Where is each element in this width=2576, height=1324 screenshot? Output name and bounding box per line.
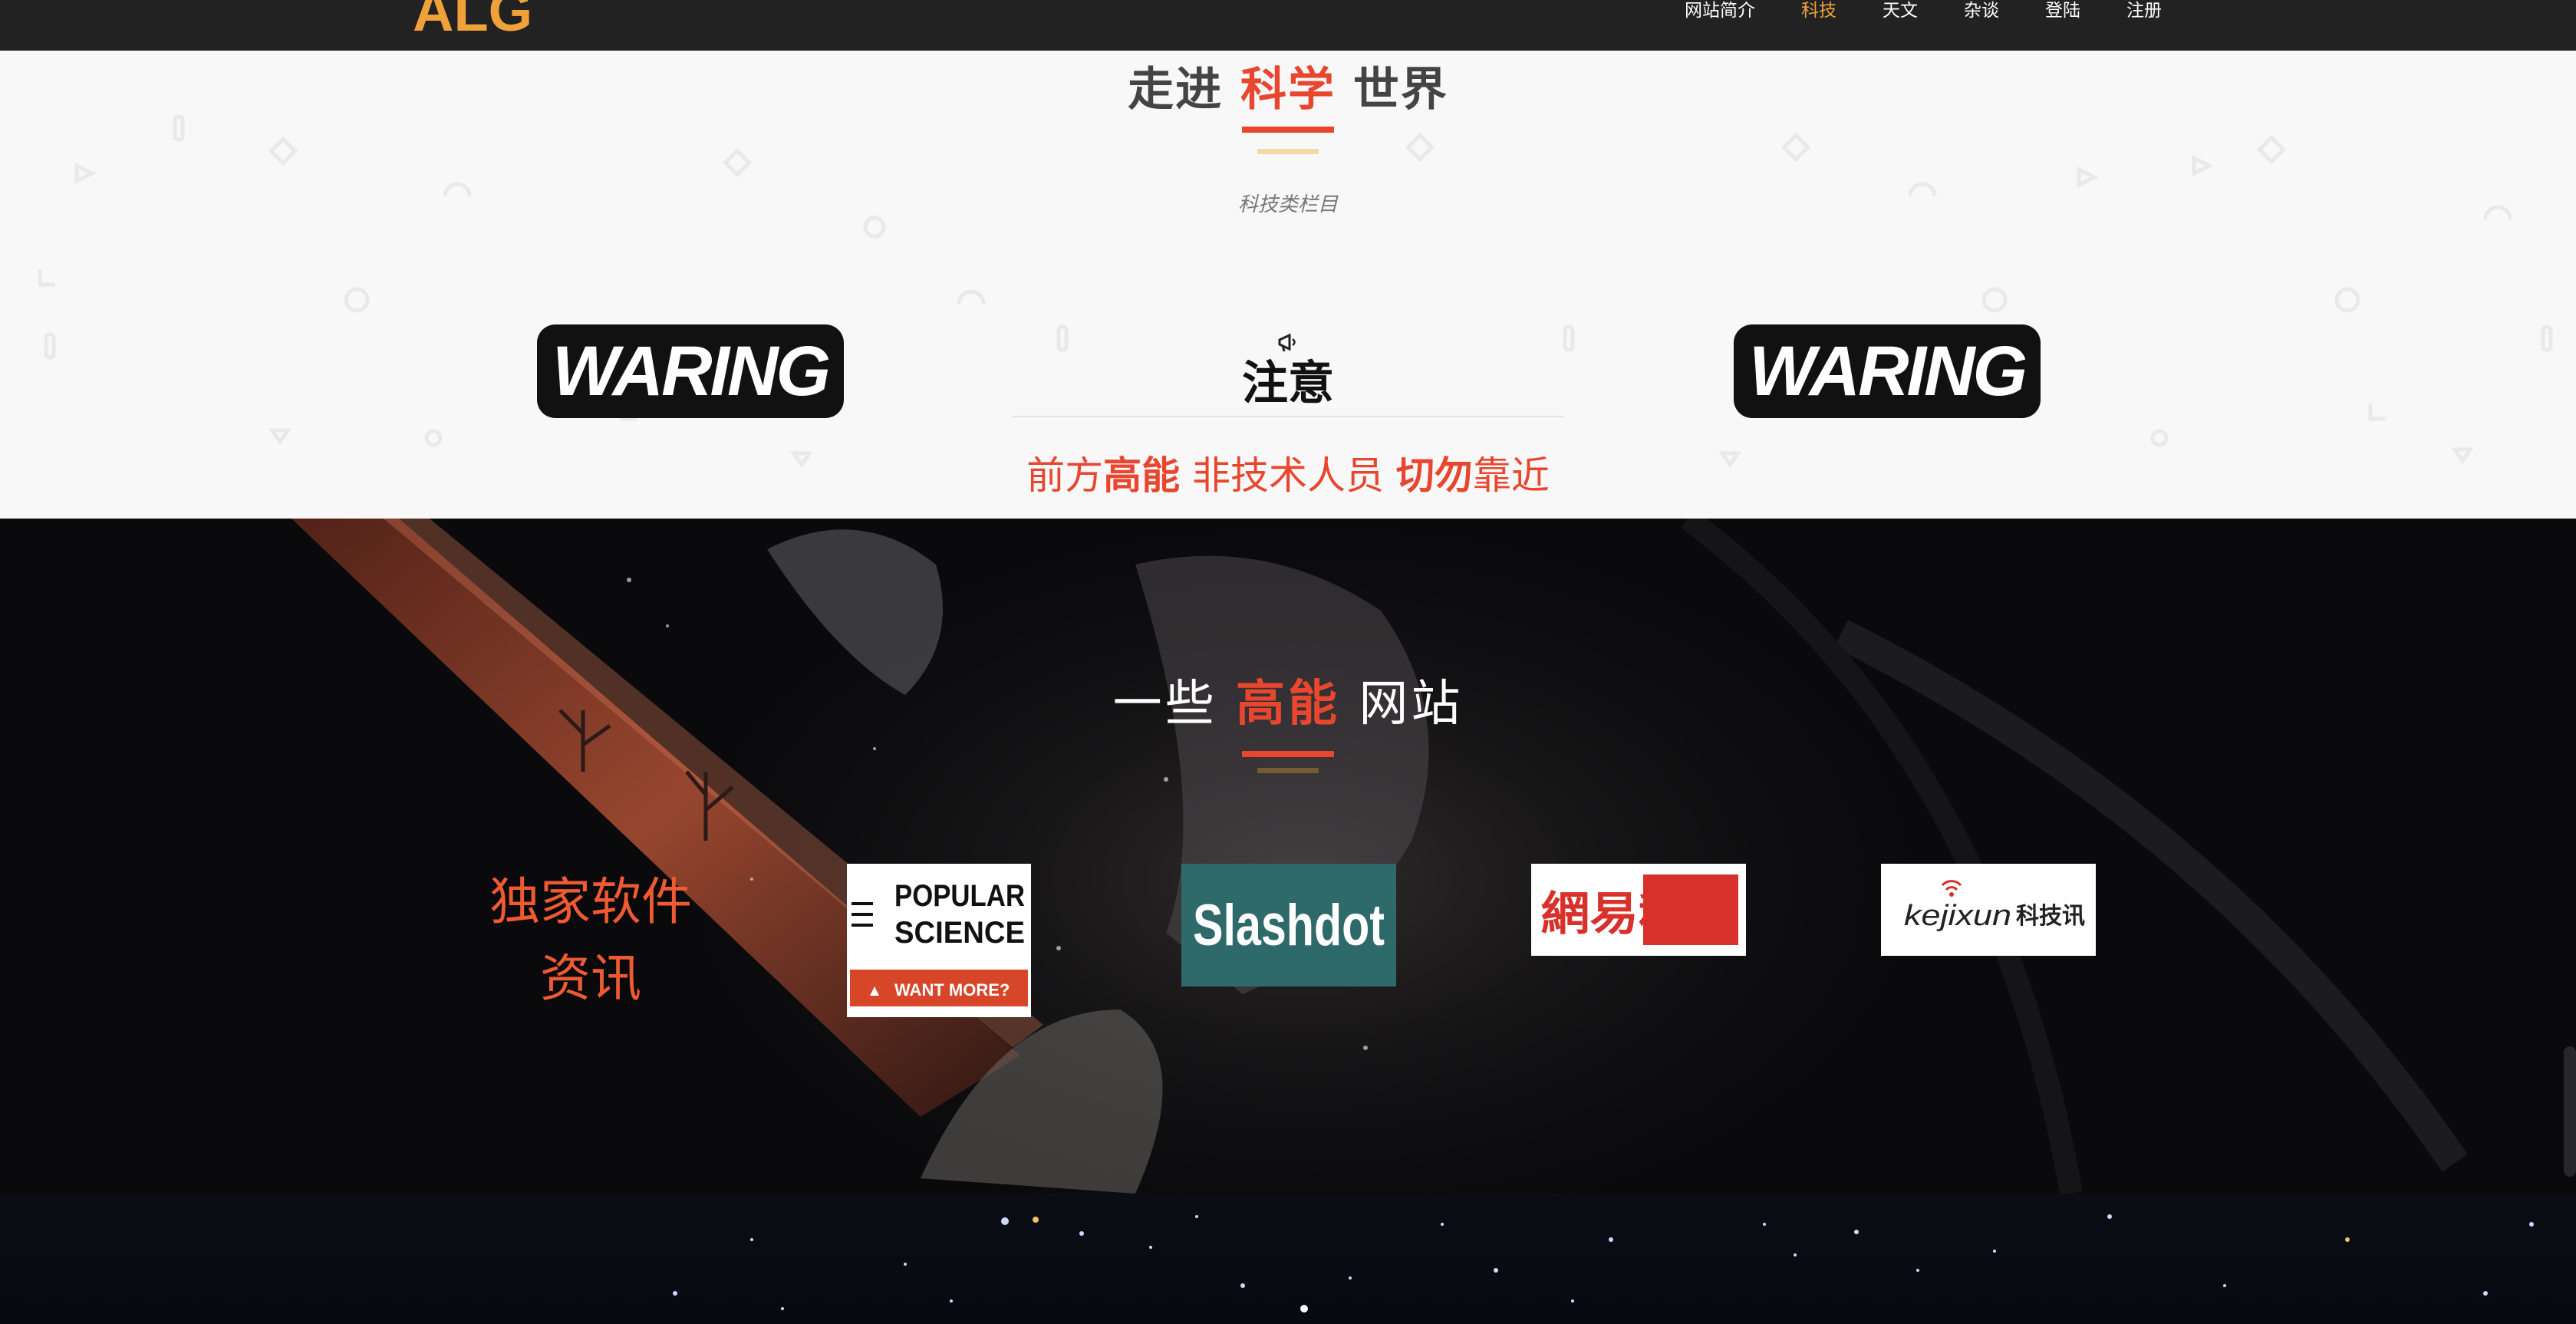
popular-science-logo: POPULAR SCIENCE WANT MORE? (850, 879, 1028, 1006)
kejixun-logo: kejixun 科技讯 (1904, 880, 2085, 932)
nav-item-intro[interactable]: 网站简介 (1685, 0, 1755, 23)
starfield-background (673, 1214, 2534, 1312)
software-news-label: 独家软件 资讯 (460, 864, 721, 1017)
sites-title-underline-red (1242, 751, 1334, 757)
background-artwork (292, 519, 2468, 1194)
software-news-label-line1: 独家软件 (489, 872, 692, 931)
kejixun-cn: 科技讯 (2016, 903, 2085, 930)
nav-menu: 网站简介 科技 天文 杂谈 登陆 注册 (1639, 0, 2162, 23)
popular-science-logo-link[interactable]: POPULAR SCIENCE WANT MORE? (847, 864, 1031, 1017)
sites-title-underline-gold (1257, 768, 1319, 773)
popsci-line2: SCIENCE (894, 916, 1025, 950)
sites-title-post: 网站 (1359, 676, 1464, 733)
netease-text: 網易科技 (1541, 888, 1737, 941)
science-section-title: 走进 科学 世界 (0, 52, 2576, 119)
notice-part-bold: 切勿 (1395, 453, 1473, 498)
top-navbar: ALG 网站简介 科技 天文 杂谈 登陆 注册 (0, 0, 2576, 51)
notice-divider (1013, 416, 1563, 417)
kejixun-latin: kejixun (1904, 900, 2011, 932)
nav-item-register[interactable]: 注册 (2126, 0, 2162, 23)
nav-item-login[interactable]: 登陆 (2045, 0, 2080, 23)
notice-part: 靠近 (1472, 453, 1550, 498)
brand-logo[interactable]: ALG (413, 0, 532, 40)
science-title-pre: 走进 (1128, 63, 1224, 117)
sites-section-title: 一些 高能 网站 (0, 664, 2576, 735)
slashdot-text: Slashdot (1193, 893, 1385, 958)
nav-item-astronomy[interactable]: 天文 (1883, 0, 1918, 23)
netease-tech-logo-link[interactable]: 網易科技 (1531, 864, 1746, 956)
software-news-label-line2: 资讯 (540, 949, 641, 1008)
kejixun-logo-link[interactable]: kejixun 科技讯 (1881, 864, 2096, 956)
popsci-cta: WANT MORE? (894, 980, 1010, 1000)
science-section: 走进 科学 世界 科技类栏目 WARING WARING 注意 前方高能 非技术… (0, 51, 2576, 519)
nav-item-misc[interactable]: 杂谈 (1964, 0, 1999, 23)
sites-title-highlight: 高能 (1236, 676, 1340, 733)
slashdot-logo-link[interactable]: Slashdot (1181, 864, 1396, 986)
wifi-icon (1941, 880, 1962, 891)
sites-title-pre: 一些 (1112, 676, 1217, 733)
nav-item-tech[interactable]: 科技 (1801, 0, 1836, 23)
notice-part-bold: 高能 (1103, 453, 1181, 498)
notice-part: 前方 (1026, 453, 1104, 498)
notice-title: 注意 (1242, 357, 1334, 410)
notice-body: 前方高能 非技术人员 切勿靠近 (0, 445, 2576, 500)
notice-part: 非技术人员 (1192, 453, 1384, 498)
science-title-highlight: 科学 (1240, 63, 1336, 117)
title-underline-red (1242, 127, 1334, 133)
title-underline-gold (1257, 149, 1319, 154)
netease-tech-logo: 網易科技 (1541, 874, 1738, 945)
starfield-section (0, 1194, 2576, 1324)
sites-section: 一些 高能 网站 独家软件 资讯 POPULAR SCIENCE WANT MO… (0, 519, 2576, 1194)
popsci-line1: POPULAR (894, 879, 1025, 913)
science-title-post: 世界 (1352, 63, 1448, 117)
slashdot-logo: Slashdot (1193, 893, 1385, 958)
scrollbar-thumb[interactable] (2564, 1046, 2576, 1177)
science-subtitle: 科技类栏目 (1237, 193, 1338, 216)
